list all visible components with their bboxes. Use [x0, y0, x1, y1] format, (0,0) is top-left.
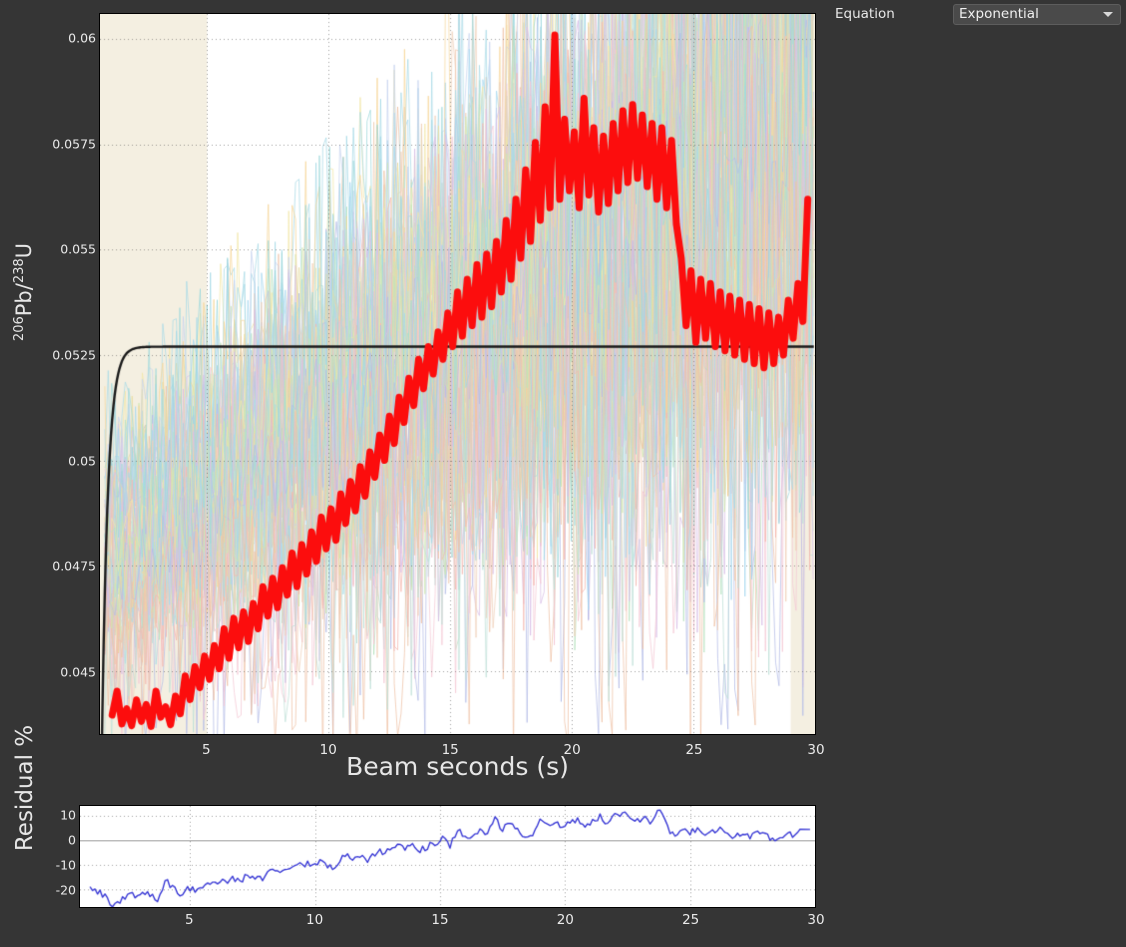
residual-plot-y-axis-label: Residual %: [12, 724, 38, 852]
residual-plot-x-tick: 30: [807, 912, 825, 928]
main-plot-y-tick: 0.0525: [52, 347, 96, 363]
main-plot: 206Pb/238U 0.045 0.0475 0.05 0.0525 0.055 0.0…: [0, 0, 830, 790]
residual-plot-y-tick: -20: [55, 882, 76, 898]
equation-select[interactable]: Exponential: [953, 3, 1121, 25]
residual-plot-x-tick: 15: [431, 912, 449, 928]
residual-plot-x-tick: 25: [682, 912, 700, 928]
main-plot-canvas[interactable]: [99, 13, 816, 735]
main-plot-y-tick: 0.0575: [52, 136, 96, 152]
residual-plot: 10 0 -10 -20 5 10 15 20 25 30: [0, 790, 830, 947]
main-plot-y-tick: 0.06: [68, 30, 96, 46]
main-plot-y-tick: 0.055: [60, 241, 96, 257]
main-plot-y-tick: 0.0475: [52, 558, 96, 574]
equation-row: Equation Exponential: [835, 3, 1121, 25]
main-plot-y-tick: 0.045: [60, 664, 96, 680]
fit-settings-panel: Equation Exponential y = a + b * exp(-c …: [830, 0, 1126, 947]
residual-plot-x-tick: 5: [185, 912, 194, 928]
app-window: 206Pb/238U 0.045 0.0475 0.05 0.0525 0.055 0.0…: [0, 0, 1126, 947]
chevron-down-icon: [1103, 12, 1113, 17]
main-plot-x-axis-label: Beam seconds (s): [346, 752, 569, 781]
residual-plot-canvas[interactable]: [79, 805, 816, 908]
main-plot-y-ticks: 0.045 0.0475 0.05 0.0525 0.055 0.0575 0.06: [0, 0, 96, 740]
main-plot-y-tick: 0.05: [68, 453, 96, 469]
equation-select-value: Exponential: [959, 6, 1039, 22]
equation-label: Equation: [835, 6, 895, 22]
residual-plot-x-tick: 10: [306, 912, 324, 928]
residual-plot-x-tick: 20: [556, 912, 574, 928]
